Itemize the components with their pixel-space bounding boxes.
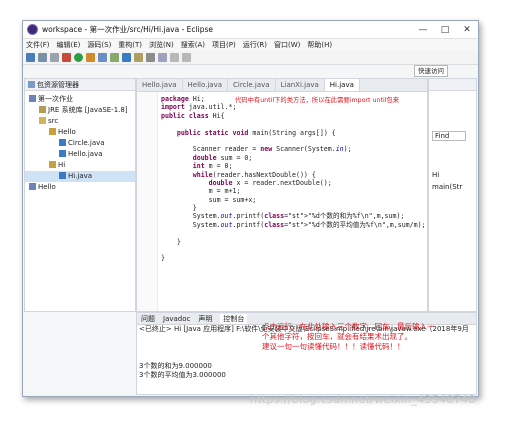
outline-panel: Find Hi main(Str <box>428 78 477 312</box>
tree-item-package-hi[interactable]: Hi <box>25 160 135 171</box>
code-line: System.out.printf(class="st">"%d个数的平均值为%… <box>161 220 426 229</box>
console-output-line: 3个数的平均值为3.000000 <box>139 371 226 379</box>
tree-item-package-hello[interactable]: Hello <box>25 127 135 138</box>
tree-item-project[interactable]: 第一次作业 <box>25 94 135 105</box>
tree-item-hi-java[interactable]: Hi.java <box>25 171 135 182</box>
tree-item-project-hello[interactable]: Hello <box>25 182 135 193</box>
note-line: 建议一句一句读懂代码！！！读懂代码！！ <box>262 342 405 351</box>
project-icon <box>29 183 36 190</box>
tab-hi-java[interactable]: Hi.java <box>324 79 360 91</box>
library-icon <box>39 106 46 113</box>
code-line: import java.util.*; <box>161 103 237 112</box>
tree-item-hello-java[interactable]: Hello.java <box>25 149 135 160</box>
code-editor[interactable]: Hello.java Hello.java Circle.java LianXi… <box>136 78 428 312</box>
code-line: while(reader.hasNextDouble()) { <box>192 170 316 179</box>
tree-item-src[interactable]: src <box>25 116 135 127</box>
editor-tabs: Hello.java Hello.java Circle.java LianXi… <box>137 79 427 92</box>
tree-item-label: Hello <box>38 183 56 191</box>
tab-console[interactable]: 控制台 <box>220 313 248 324</box>
code-line: public class Hi{ <box>161 111 225 120</box>
tree-item-label: Circle.java <box>68 139 105 147</box>
package-icon <box>49 161 56 168</box>
tab-circle-java[interactable]: Circle.java <box>228 79 276 91</box>
tab-lianxi-java[interactable]: LianXi.java <box>276 79 325 91</box>
code-line: } <box>161 254 165 263</box>
code-line: m = m+1; <box>161 187 241 196</box>
tab-hello-java[interactable]: Hello.java <box>137 79 183 91</box>
package-explorer-title: 包资源管理器 <box>37 80 79 89</box>
tree-item-label: Hi.java <box>68 172 93 180</box>
note-line: 个其他字符，按回车，就会有结果术出现了。 <box>262 332 412 341</box>
tree-item-label: 第一次作业 <box>38 95 73 103</box>
java-file-icon <box>59 139 66 146</box>
tree-item-circle-java[interactable]: Circle.java <box>25 138 135 149</box>
tree-item-label: JRE 系统库 [JavaSE-1.8] <box>48 106 128 114</box>
note-line: 点击运行，在此处输入三个数字，回车，最后输入一 <box>262 322 435 331</box>
tab-problems[interactable]: 问题 <box>141 314 155 324</box>
code-line: } <box>161 237 181 246</box>
watermark: https://blog.csdn.net/weixin_43548748 <box>250 393 476 406</box>
code-line: Scanner reader = new Scanner(System.in); <box>161 145 352 154</box>
code-line: sum = sum+x; <box>161 195 257 204</box>
import-annotation: 代码中有until下的类方法，所以在此需要import until包来 <box>235 97 400 104</box>
code-area[interactable]: package Hi; import java.util.*; public cla… <box>137 92 427 311</box>
package-explorer-panel: 包资源管理器 第一次作业 JRE 系统库 [JavaSE-1.8] src He… <box>24 78 136 312</box>
console-output-line: 3个数的和为9.000000 <box>139 362 212 370</box>
tab-javadoc[interactable]: Javadoc <box>163 315 190 323</box>
tree-item-label: Hello <box>58 128 76 136</box>
package-explorer-icon <box>28 81 35 88</box>
code-line: double sum = 0; <box>192 153 253 162</box>
code-line: System.out.printf(class="st">"%d个数的和为%f\… <box>161 212 405 221</box>
outline-main-item[interactable]: main(Str <box>432 183 476 191</box>
tree-item-label: Hello.java <box>68 150 103 158</box>
find-field[interactable]: Find <box>432 131 466 141</box>
folder-icon <box>39 117 46 124</box>
code-line: int m = 0; <box>192 162 233 171</box>
outline-header <box>429 79 476 91</box>
code-lines: package Hi; import java.util.*; public cla… <box>137 92 427 263</box>
tab-hello-java-2[interactable]: Hello.java <box>183 79 229 91</box>
project-icon <box>29 95 36 102</box>
instruction-note: 点击运行，在此处输入三个数字，回车，最后输入一 个其他字符，按回车，就会有结果术… <box>262 322 477 352</box>
tab-declaration[interactable]: 声明 <box>198 314 212 324</box>
tree-item-jre[interactable]: JRE 系统库 [JavaSE-1.8] <box>25 105 135 116</box>
tree-item-label: Hi <box>58 161 66 169</box>
code-line: public static void main(String args[]) { <box>176 128 336 137</box>
package-explorer-header: 包资源管理器 <box>25 79 135 91</box>
tree-item-label: src <box>48 117 59 125</box>
package-icon <box>49 128 56 135</box>
java-file-icon <box>59 150 66 157</box>
outline-class-item[interactable]: Hi <box>432 171 476 179</box>
java-file-icon <box>59 172 66 179</box>
code-line: double x = reader.nextDouble(); <box>208 178 332 187</box>
